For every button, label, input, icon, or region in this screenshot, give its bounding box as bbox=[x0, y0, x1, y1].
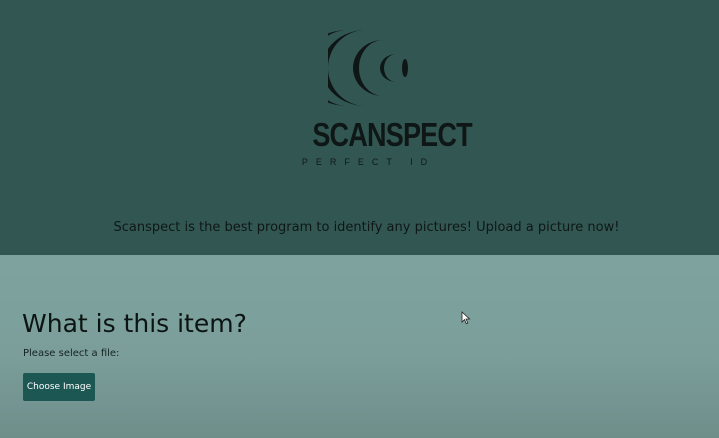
brand-slogan: PERFECT ID bbox=[301, 157, 436, 167]
scanspect-logo-icon bbox=[328, 30, 408, 106]
brand-name: SCANSPECT bbox=[312, 116, 472, 153]
file-select-label: Please select a file: bbox=[23, 348, 120, 359]
page-title: What is this item? bbox=[22, 309, 247, 338]
hero-tagline: Scanspect is the best program to identif… bbox=[113, 220, 620, 235]
upload-section: What is this item? Please select a file:… bbox=[0, 255, 719, 438]
page: SCANSPECT PERFECT ID Scanspect is the be… bbox=[0, 0, 719, 438]
hero-banner: SCANSPECT PERFECT ID Scanspect is the be… bbox=[0, 0, 719, 255]
mouse-pointer-icon bbox=[461, 311, 471, 325]
choose-image-button[interactable]: Choose Image bbox=[23, 373, 95, 401]
